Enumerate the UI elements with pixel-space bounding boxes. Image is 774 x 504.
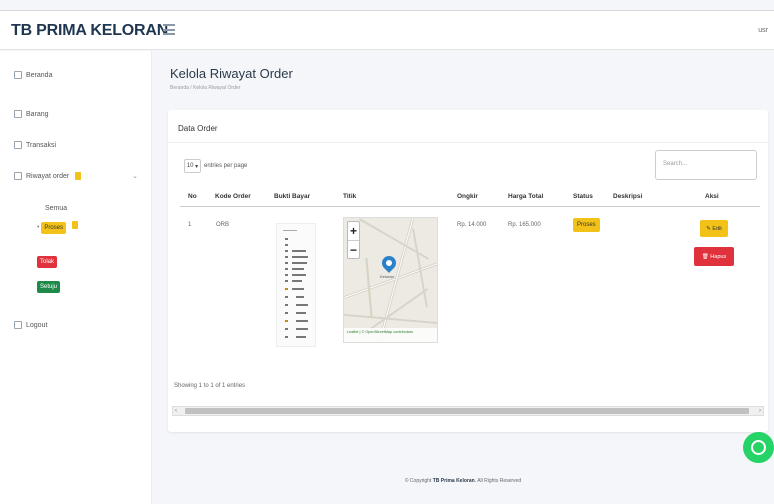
history-icon: [14, 172, 22, 180]
column-header-bukti-bayar[interactable]: Bukti Bayar: [274, 193, 310, 200]
submenu-setuju[interactable]: Setuju: [37, 281, 61, 293]
whatsapp-button[interactable]: [743, 432, 774, 463]
cell-status: Proses: [573, 218, 600, 232]
user-menu[interactable]: usr: [758, 27, 768, 34]
brand-title[interactable]: TB PRIMA KELORAN: [11, 22, 168, 40]
hamburger-menu-icon[interactable]: [163, 24, 175, 35]
column-header-ongkir[interactable]: Ongkir: [457, 193, 478, 200]
sidebar-item-riwayat-order[interactable]: Riwayat order: [14, 172, 82, 180]
submenu-proses[interactable]: • Proses: [37, 221, 79, 234]
column-header-no[interactable]: No: [188, 193, 197, 200]
table-info: Showing 1 to 1 of 1 entries: [174, 383, 246, 389]
sidebar: Beranda Barang Transaksi Riwayat order ⌄…: [0, 51, 152, 504]
notification-badge: [72, 221, 79, 229]
search-input[interactable]: Search...: [655, 150, 757, 180]
whatsapp-icon: [751, 440, 766, 455]
card-divider: [168, 142, 768, 143]
sidebar-item-barang[interactable]: Barang: [14, 110, 49, 118]
submenu-tolak[interactable]: Tolak: [37, 256, 58, 268]
pencil-icon: ✎: [706, 225, 711, 232]
entries-select[interactable]: 10 ▾: [184, 159, 201, 173]
sidebar-item-beranda[interactable]: Beranda: [14, 71, 52, 79]
sidebar-item-label: Logout: [26, 321, 48, 329]
submenu-semua[interactable]: Semua: [45, 205, 67, 212]
page-title: Kelola Riwayat Order: [170, 66, 293, 81]
map-pin-label: Keloran: [380, 274, 394, 279]
card-title: Data Order: [178, 124, 218, 133]
delete-button[interactable]: 🗑 Hapus: [694, 247, 734, 266]
entries-label: entries per page: [204, 163, 248, 169]
footer: © Copyright TB Prima Keloran. All Rights…: [404, 478, 522, 484]
column-header-harga-total[interactable]: Harga Total: [508, 193, 543, 200]
breadcrumb[interactable]: Beranda / Kelola Riwayat Order: [170, 85, 240, 91]
column-header-status[interactable]: Status: [573, 193, 593, 200]
cell-ongkir: Rp. 14.000: [457, 222, 487, 228]
map-attribution[interactable]: Leaflet | © OpenStreetMap contributors: [344, 328, 437, 342]
sidebar-item-label: Riwayat order: [26, 172, 70, 180]
box-icon: [14, 110, 22, 118]
scrollbar-thumb[interactable]: [185, 408, 749, 414]
scroll-right-icon[interactable]: ›: [759, 407, 761, 415]
scroll-left-icon[interactable]: ‹: [175, 407, 177, 415]
status-badge: Proses: [573, 218, 600, 232]
cell-kode-order: ORB: [216, 222, 230, 228]
sidebar-item-transaksi[interactable]: Transaksi: [14, 141, 56, 149]
notification-badge: [75, 172, 82, 180]
sidebar-item-label: Barang: [26, 110, 49, 118]
column-header-titik[interactable]: Titik: [343, 193, 356, 200]
trash-icon: 🗑: [701, 253, 709, 260]
table-header-divider: [180, 206, 760, 207]
sidebar-item-logout[interactable]: Logout: [14, 321, 47, 329]
location-map[interactable]: + − Keloran Leaflet | © OpenStreetMap co…: [343, 217, 438, 343]
zoom-out-button[interactable]: −: [348, 240, 359, 258]
logout-icon: [14, 321, 22, 329]
chevron-down-icon[interactable]: ⌄: [132, 172, 138, 180]
cart-icon: [14, 141, 22, 149]
column-header-aksi[interactable]: Aksi: [705, 193, 719, 200]
entries-per-page: 10 ▾ entries per page: [184, 159, 247, 173]
cell-harga-total: Rp. 165.000: [508, 222, 541, 228]
top-navbar: TB PRIMA KELORAN usr: [0, 10, 774, 50]
edit-button[interactable]: ✎ Edit: [700, 220, 728, 237]
sidebar-item-label: Beranda: [26, 71, 53, 79]
map-zoom-control: + −: [347, 221, 360, 259]
home-icon: [14, 71, 22, 79]
horizontal-scrollbar[interactable]: ‹ ›: [172, 406, 764, 416]
zoom-in-button[interactable]: +: [348, 222, 359, 240]
footer-brand: TB Prima Keloran: [432, 478, 475, 484]
column-header-kode-order[interactable]: Kode Order: [215, 193, 251, 200]
data-order-card: Data Order 10 ▾ entries per page Search.…: [168, 110, 768, 432]
map-pin-icon[interactable]: [379, 253, 399, 273]
sidebar-item-label: Transaksi: [26, 141, 57, 149]
payment-proof-image[interactable]: [276, 223, 316, 347]
column-header-deskripsi[interactable]: Deskripsi: [613, 193, 642, 200]
cell-no: 1: [188, 222, 192, 228]
